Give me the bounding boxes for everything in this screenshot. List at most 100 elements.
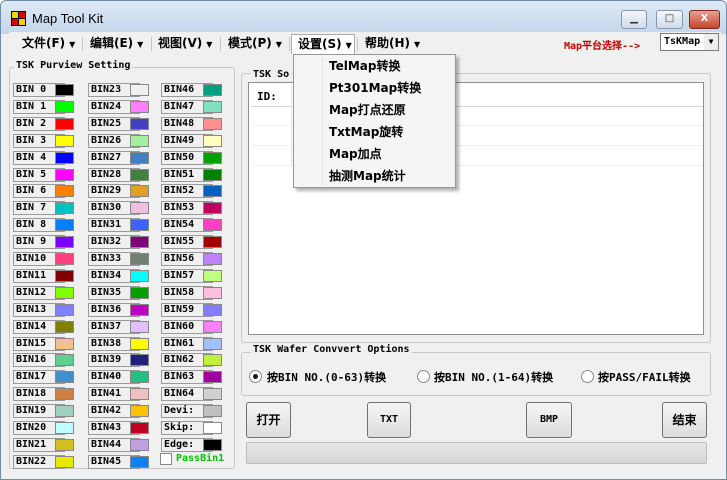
bin-color-swatch[interactable] bbox=[203, 286, 222, 299]
bin-color-swatch[interactable] bbox=[130, 286, 149, 299]
bin-color-swatch[interactable] bbox=[55, 388, 74, 401]
bin-color-swatch[interactable] bbox=[203, 134, 222, 147]
bin-row: BIN64 bbox=[161, 387, 233, 402]
bin-color-swatch[interactable] bbox=[203, 303, 222, 316]
bin-color-swatch[interactable] bbox=[55, 303, 74, 316]
bin-color-swatch[interactable] bbox=[55, 438, 74, 451]
bin-color-swatch[interactable] bbox=[130, 168, 149, 181]
bin-row: Skip: bbox=[161, 421, 233, 435]
bin-color-swatch[interactable] bbox=[55, 422, 74, 434]
bin-color-swatch[interactable] bbox=[203, 320, 222, 333]
bin-color-swatch[interactable] bbox=[55, 168, 74, 181]
bin-color-swatch[interactable] bbox=[203, 202, 222, 215]
radio-bin-1-64[interactable] bbox=[417, 370, 430, 383]
bin-color-swatch[interactable] bbox=[55, 320, 74, 333]
bin-color-swatch[interactable] bbox=[55, 269, 74, 282]
bin-color-swatch[interactable] bbox=[55, 134, 74, 147]
bin-color-swatch[interactable] bbox=[203, 236, 222, 249]
bmp-button[interactable]: BMP bbox=[526, 402, 572, 438]
bin-color-swatch[interactable] bbox=[203, 219, 222, 232]
bin-color-swatch[interactable] bbox=[203, 151, 222, 164]
bin-color-swatch[interactable] bbox=[55, 236, 74, 249]
menu-item-sample-stats[interactable]: 抽测Map统计 bbox=[329, 165, 406, 187]
bin-color-swatch[interactable] bbox=[130, 303, 149, 316]
bin-color-swatch[interactable] bbox=[55, 405, 74, 418]
bin-color-swatch[interactable] bbox=[130, 455, 149, 468]
bin-color-swatch[interactable] bbox=[130, 354, 149, 367]
bin-color-swatch[interactable] bbox=[130, 422, 149, 434]
bin-color-swatch[interactable] bbox=[55, 84, 74, 96]
bin-color-swatch[interactable] bbox=[130, 253, 149, 265]
bin-color-swatch[interactable] bbox=[55, 100, 74, 113]
bin-color-swatch[interactable] bbox=[55, 455, 74, 468]
bin-color-swatch[interactable] bbox=[55, 202, 74, 215]
bin-color-swatch[interactable] bbox=[130, 438, 149, 451]
bin-color-swatch[interactable] bbox=[203, 269, 222, 282]
finish-button[interactable]: 结束 bbox=[662, 402, 707, 438]
bin-color-swatch[interactable] bbox=[203, 253, 222, 265]
radio-bin-0-63[interactable] bbox=[249, 370, 262, 383]
app-icon bbox=[11, 11, 26, 26]
menu-edit[interactable]: 编辑(E) ▼ bbox=[84, 34, 143, 54]
bin-color-swatch[interactable] bbox=[130, 269, 149, 282]
bin-row: BIN 5 bbox=[13, 167, 85, 182]
map-platform-select[interactable]: TsKMap ▼ bbox=[660, 33, 719, 51]
bin-color-swatch[interactable] bbox=[130, 337, 149, 350]
bin-color-swatch[interactable] bbox=[203, 388, 222, 401]
bin-color-swatch[interactable] bbox=[203, 185, 222, 198]
bin-color-swatch[interactable] bbox=[55, 219, 74, 232]
passbin-checkbox[interactable] bbox=[160, 453, 172, 465]
bin-color-swatch[interactable] bbox=[130, 100, 149, 113]
bin-color-swatch[interactable] bbox=[55, 253, 74, 265]
menu-mode[interactable]: 模式(P) ▼ bbox=[222, 34, 282, 54]
menu-help[interactable]: 帮助(H) ▼ bbox=[359, 34, 420, 54]
menu-item-map-restore[interactable]: Map打点还原 bbox=[329, 99, 406, 121]
bin-color-swatch[interactable] bbox=[55, 371, 74, 384]
bin-color-swatch[interactable] bbox=[130, 151, 149, 164]
bin-color-swatch[interactable] bbox=[130, 219, 149, 232]
maximize-button[interactable]: □ bbox=[656, 10, 683, 29]
bin-color-swatch[interactable] bbox=[130, 134, 149, 147]
open-button[interactable]: 打开 bbox=[246, 402, 291, 438]
menu-view[interactable]: 视图(V) ▼ bbox=[152, 34, 212, 54]
bin-row: BIN61 bbox=[161, 336, 233, 351]
menu-item-map-add-point[interactable]: Map加点 bbox=[329, 143, 382, 165]
bin-row: BIN27 bbox=[88, 150, 160, 165]
bin-color-swatch[interactable] bbox=[130, 236, 149, 249]
bin-color-swatch[interactable] bbox=[130, 405, 149, 418]
txt-button[interactable]: TXT bbox=[367, 402, 411, 438]
bin-color-swatch[interactable] bbox=[203, 422, 222, 434]
bin-color-swatch[interactable] bbox=[130, 388, 149, 401]
bin-color-swatch[interactable] bbox=[55, 151, 74, 164]
bin-color-swatch[interactable] bbox=[203, 168, 222, 181]
bin-color-swatch[interactable] bbox=[130, 84, 149, 96]
bin-color-swatch[interactable] bbox=[203, 100, 222, 113]
bin-color-swatch[interactable] bbox=[130, 320, 149, 333]
menu-item-telmap[interactable]: TelMap转换 bbox=[329, 55, 400, 77]
bin-color-swatch[interactable] bbox=[203, 354, 222, 367]
radio-pass-fail[interactable] bbox=[581, 370, 594, 383]
bin-color-swatch[interactable] bbox=[55, 337, 74, 350]
bin-row: BIN15 bbox=[13, 336, 85, 351]
bin-color-swatch[interactable] bbox=[55, 286, 74, 299]
passbin-label: PassBin1 bbox=[176, 453, 225, 464]
bin-color-swatch[interactable] bbox=[130, 371, 149, 384]
bin-color-swatch[interactable] bbox=[130, 185, 149, 198]
bin-color-swatch[interactable] bbox=[203, 438, 222, 451]
bin-color-swatch[interactable] bbox=[203, 84, 222, 96]
bin-color-swatch[interactable] bbox=[130, 202, 149, 215]
menu-item-txtmap-rotate[interactable]: TxtMap旋转 bbox=[329, 121, 403, 143]
close-button[interactable]: X bbox=[689, 10, 720, 29]
bin-color-swatch[interactable] bbox=[203, 405, 222, 418]
minimize-button[interactable]: ▁ bbox=[621, 10, 647, 29]
menu-item-pt301map[interactable]: Pt301Map转换 bbox=[329, 77, 421, 99]
bin-color-swatch[interactable] bbox=[130, 117, 149, 130]
menu-file[interactable]: 文件(F) ▼ bbox=[16, 34, 75, 54]
bin-color-swatch[interactable] bbox=[203, 337, 222, 350]
menu-settings[interactable]: 设置(S) ▼ bbox=[291, 34, 355, 54]
bin-color-swatch[interactable] bbox=[55, 185, 74, 198]
bin-color-swatch[interactable] bbox=[55, 117, 74, 130]
bin-color-swatch[interactable] bbox=[55, 354, 74, 367]
bin-color-swatch[interactable] bbox=[203, 371, 222, 384]
bin-color-swatch[interactable] bbox=[203, 117, 222, 130]
